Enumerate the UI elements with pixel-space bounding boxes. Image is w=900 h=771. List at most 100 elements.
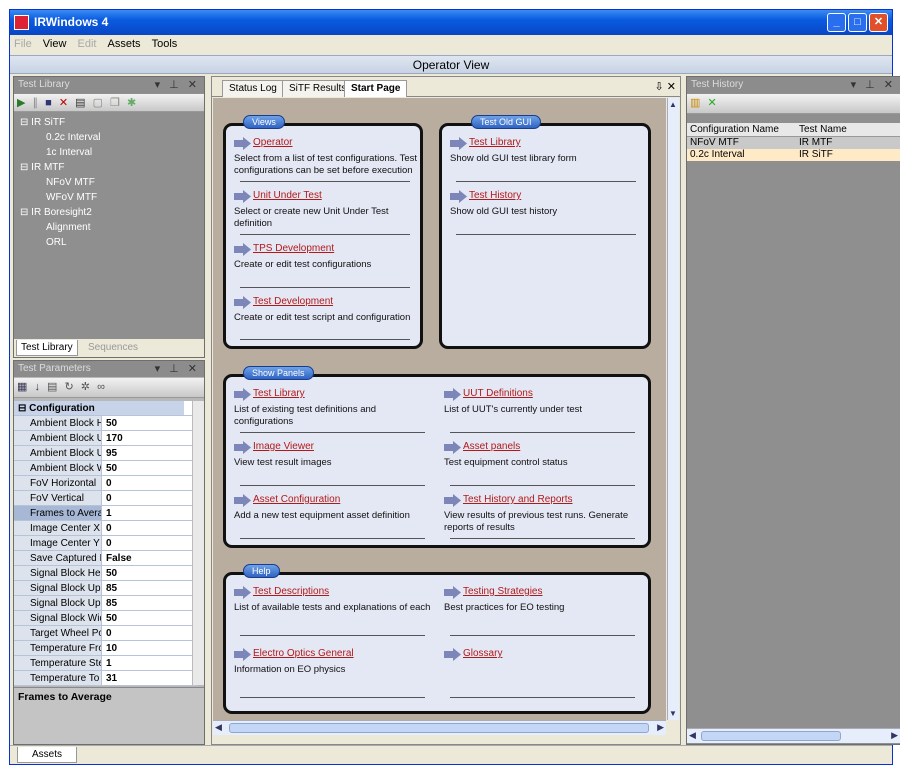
start-page-horizontal-scrollbar[interactable]: ◀ ▶	[213, 720, 666, 735]
unit-under-test-link[interactable]: Unit Under Test	[253, 190, 322, 201]
sort-alpha-icon[interactable]: ↓	[34, 381, 40, 393]
grid-row[interactable]: Signal Block Heig 50	[14, 566, 197, 581]
scroll-left-icon[interactable]: ◀	[215, 722, 222, 733]
grid-row[interactable]: Image Center Y0	[14, 536, 197, 551]
scroll-thumb[interactable]	[229, 723, 649, 733]
tps-development-link[interactable]: TPS Development	[253, 243, 334, 254]
asset-panels-link[interactable]: Asset panels	[463, 441, 520, 452]
run-icon[interactable]: ▶	[17, 96, 25, 109]
testing-strategies-link[interactable]: Testing Strategies	[463, 586, 543, 597]
settings-icon[interactable]: ✱	[127, 96, 136, 109]
panel-controls-icon[interactable]: ▾ ⊥ ✕	[851, 77, 896, 93]
tab-sitf-results[interactable]: SiTF Results	[282, 80, 354, 97]
asset-configuration-link[interactable]: Asset Configuration	[253, 494, 340, 505]
stop-icon[interactable]: ■	[45, 97, 52, 109]
grid-category[interactable]: ⊟ Configuration	[14, 401, 197, 416]
tree-leaf[interactable]: ORL	[18, 235, 100, 250]
history-horizontal-scrollbar[interactable]: ◀ ▶	[687, 728, 900, 743]
tree-node[interactable]: ⊟ IR Boresight2	[18, 205, 100, 220]
tree-leaf[interactable]: Alignment	[18, 220, 100, 235]
grid-row[interactable]: FoV Horizontal 0	[14, 476, 197, 491]
grid-row[interactable]: Target Wheel Pos 0	[14, 626, 197, 641]
gear-icon[interactable]: ✲	[81, 380, 90, 393]
glossary-link[interactable]: Glossary	[463, 648, 502, 659]
grid-row[interactable]: Ambient Block Up 170	[14, 431, 197, 446]
tab-controls-icon[interactable]: ⇩ ✕	[655, 80, 677, 93]
menu-edit[interactable]: Edit	[74, 35, 101, 53]
test-development-link[interactable]: Test Development	[253, 296, 333, 307]
new-icon[interactable]: ▢	[93, 96, 103, 109]
grid-row[interactable]: Temperature Fron 10	[14, 641, 197, 656]
panel-test-library-link[interactable]: Test Library	[253, 388, 305, 399]
report-icon[interactable]: ▥	[690, 96, 700, 109]
arrow-icon	[444, 388, 461, 401]
property-pages-icon[interactable]: ▤	[47, 380, 57, 393]
delete-icon[interactable]: ✕	[707, 96, 716, 109]
tree-leaf[interactable]: 0.2c Interval	[18, 130, 100, 145]
grid-row[interactable]: Temperature To 31	[14, 671, 197, 686]
scroll-thumb[interactable]	[701, 731, 841, 741]
arrow-icon	[234, 388, 251, 401]
menu-assets[interactable]: Assets	[104, 35, 145, 53]
minimize-button[interactable]: _	[827, 13, 846, 32]
grid-row[interactable]: Save Captured ImFalse	[14, 551, 197, 566]
menu-view[interactable]: View	[39, 35, 71, 53]
tab-start-page[interactable]: Start Page	[344, 80, 408, 97]
grid-row[interactable]: Signal Block Widt 50	[14, 611, 197, 626]
pause-icon[interactable]: ∥	[33, 96, 39, 109]
panel-controls-icon[interactable]: ▾ ⊥ ✕	[155, 361, 200, 377]
categorized-icon[interactable]: ▦	[17, 380, 27, 393]
tab-test-library[interactable]: Test Library	[16, 340, 78, 356]
tab-status-log[interactable]: Status Log	[222, 80, 284, 97]
tree-node[interactable]: ⊟ IR MTF	[18, 160, 100, 175]
start-page-vertical-scrollbar[interactable]: ▲ ▼	[667, 98, 679, 720]
grid-row-selected[interactable]: Frames to Averag 1	[14, 506, 197, 521]
old-test-library-link[interactable]: Test Library	[469, 137, 521, 148]
old-test-history-link[interactable]: Test History	[469, 190, 521, 201]
views-badge: Views	[243, 115, 285, 129]
grid-row[interactable]: FoV Vertical 0	[14, 491, 197, 506]
properties-icon[interactable]: ▤	[75, 96, 85, 109]
grid-row[interactable]: Image Center X0	[14, 521, 197, 536]
tab-sequences[interactable]: Sequences	[84, 340, 142, 356]
scroll-up-icon[interactable]: ▲	[669, 100, 677, 109]
electro-optics-link[interactable]: Electro Optics General	[253, 648, 354, 659]
grid-scrollbar[interactable]	[192, 401, 204, 685]
scroll-down-icon[interactable]: ▼	[669, 709, 677, 718]
tree-leaf[interactable]: WFoV MTF	[18, 190, 100, 205]
operator-link[interactable]: Operator	[253, 137, 292, 148]
tree-leaf[interactable]: NFoV MTF	[18, 175, 100, 190]
grid-row[interactable]: Ambient Block Wi 50	[14, 461, 197, 476]
menu-tools[interactable]: Tools	[148, 35, 182, 53]
grid-row[interactable]: Signal Block Uppe85	[14, 596, 197, 611]
menu-file[interactable]: File	[10, 35, 36, 53]
column-test-name[interactable]: Test Name	[799, 123, 847, 137]
panel-header: Test History ▾ ⊥ ✕	[687, 77, 900, 93]
scroll-left-icon[interactable]: ◀	[689, 730, 696, 741]
grid-row[interactable]: Signal Block Uppe85	[14, 581, 197, 596]
maximize-button[interactable]: □	[848, 13, 867, 32]
tree-node[interactable]: ⊟ IR SiTF	[18, 115, 100, 130]
scroll-right-icon[interactable]: ▶	[891, 730, 898, 741]
test-history-reports-link[interactable]: Test History and Reports	[463, 494, 573, 505]
link-icon[interactable]: ∞	[97, 381, 105, 393]
image-viewer-link[interactable]: Image Viewer	[253, 441, 314, 452]
refresh-icon[interactable]: ↻	[65, 380, 74, 393]
test-descriptions-link[interactable]: Test Descriptions	[253, 586, 329, 597]
grid-row[interactable]: Ambient Block Up 95	[14, 446, 197, 461]
column-configuration-name[interactable]: Configuration Name	[690, 123, 779, 137]
close-button[interactable]: ✕	[869, 13, 888, 32]
copy-icon[interactable]: ❐	[110, 96, 120, 109]
delete-icon[interactable]: ✕	[59, 96, 68, 109]
uut-definitions-link[interactable]: UUT Definitions	[463, 388, 533, 399]
image-viewer-item: Image Viewer View test result images	[234, 440, 434, 492]
table-row[interactable]: 0.2c Interval IR SiTF	[687, 149, 900, 161]
assets-tab[interactable]: Assets	[17, 747, 78, 763]
tree-leaf[interactable]: 1c Interval	[18, 145, 100, 160]
divider	[240, 339, 410, 340]
scroll-right-icon[interactable]: ▶	[657, 722, 664, 733]
grid-row[interactable]: Ambient Block He 50	[14, 416, 197, 431]
table-row[interactable]: NFoV MTF IR MTF	[687, 137, 900, 149]
grid-row[interactable]: Temperature Step 1	[14, 656, 197, 671]
panel-controls-icon[interactable]: ▾ ⊥ ✕	[155, 77, 200, 93]
